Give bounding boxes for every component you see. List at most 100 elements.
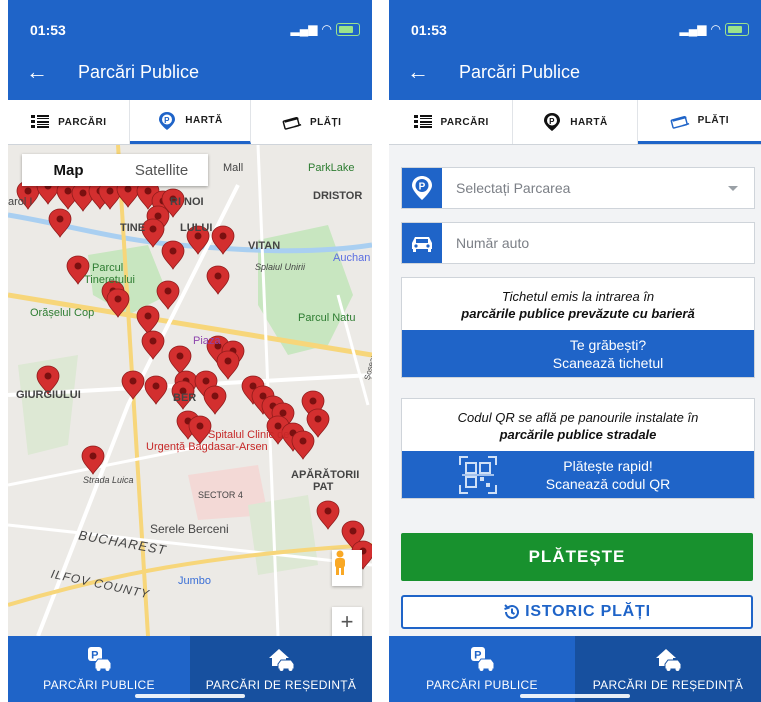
map-label: Splaiul Unirii bbox=[255, 262, 306, 272]
map-label: Strada Luica bbox=[83, 475, 134, 485]
tab-plati[interactable]: PLĂȚI bbox=[637, 100, 761, 144]
scan-ticket-button[interactable]: Te grăbești? Scanează tichetul bbox=[402, 330, 754, 377]
app-header: 01:53 ▂▄▆ ◠ ← Parcări Publice bbox=[8, 0, 372, 100]
ticket-card-description: Tichetul emis la intrarea în parcările p… bbox=[402, 278, 754, 330]
status-time: 01:53 bbox=[30, 22, 66, 38]
map-label: Orășelul Cop bbox=[30, 307, 95, 319]
tab-harta-label: HARTĂ bbox=[570, 116, 608, 128]
qr-card-text: Codul QR se află pe panourile instalate … bbox=[457, 410, 699, 425]
ticket-card-bold: parcările publice prevăzute cu barieră bbox=[461, 306, 695, 321]
tab-plati-label: PLĂȚI bbox=[697, 115, 730, 126]
qr-code-icon bbox=[459, 456, 497, 494]
svg-text:P: P bbox=[549, 117, 555, 126]
payment-history-label: ISTORIC PLĂȚI bbox=[525, 603, 651, 620]
list-icon bbox=[413, 112, 433, 132]
tab-plati[interactable]: PLĂȚI bbox=[251, 100, 372, 144]
map-label: Piaza bbox=[193, 335, 221, 347]
card-payment-icon bbox=[670, 111, 690, 131]
car-icon bbox=[402, 223, 442, 263]
map-label: arol I bbox=[8, 196, 33, 208]
tab-parcari[interactable]: PARCĂRI bbox=[389, 100, 514, 144]
ticket-card-text: Tichetul emis la intrarea în bbox=[501, 289, 655, 304]
nav-parcari-publice[interactable]: P PARCĂRI PUBLICE bbox=[389, 636, 575, 702]
map-label: APĂRĂTORII bbox=[291, 469, 360, 481]
pay-button[interactable]: PLĂTEȘTE bbox=[401, 533, 753, 581]
list-icon bbox=[30, 112, 50, 132]
parking-pin-icon: P bbox=[402, 168, 442, 208]
map-label: ParkLake bbox=[308, 162, 355, 174]
back-arrow-icon[interactable]: ← bbox=[26, 60, 48, 84]
street-view-pegman[interactable] bbox=[332, 550, 362, 586]
history-icon bbox=[504, 604, 520, 619]
tab-bar: PARCĂRI P HARTĂ PLĂȚI bbox=[389, 100, 761, 145]
payment-form: P Selectați Parcarea Număr auto Tichetul… bbox=[389, 145, 761, 636]
signal-icon: ▂▄▆ bbox=[290, 22, 318, 36]
bottom-nav: P PARCĂRI PUBLICE PARCĂRI DE REȘEDINȚĂ bbox=[389, 636, 761, 702]
home-indicator bbox=[135, 694, 245, 698]
tab-parcari[interactable]: PARCĂRI bbox=[8, 100, 130, 144]
chevron-down-icon bbox=[728, 185, 738, 191]
map-label: Tineretului bbox=[84, 274, 135, 286]
pegman-icon bbox=[335, 550, 345, 575]
phone-screen-payments: 01:53 ▂▄▆ ◠ ← Parcări Publice PARCĂRI P … bbox=[389, 0, 761, 702]
map-label: Parcul Natu bbox=[298, 312, 356, 324]
zoom-in-button[interactable]: + bbox=[332, 607, 362, 636]
house-car-icon bbox=[656, 649, 682, 671]
plate-number-field[interactable]: Număr auto bbox=[401, 222, 755, 264]
scan-ticket-line1: Te grăbești? bbox=[569, 336, 647, 353]
map-label: Jumbo bbox=[178, 575, 212, 587]
parking-pin-icon: P bbox=[157, 111, 177, 131]
map-label: TINE bbox=[120, 222, 146, 234]
select-parking-placeholder: Selectați Parcarea bbox=[456, 180, 571, 196]
map-label: Mall bbox=[223, 162, 244, 174]
wifi-icon: ◠ bbox=[710, 22, 721, 36]
status-time: 01:53 bbox=[411, 22, 447, 38]
select-parking-dropdown[interactable]: P Selectați Parcarea bbox=[401, 167, 755, 209]
map-type-toggle: Map Satellite bbox=[22, 154, 208, 186]
tab-parcari-label: PARCĂRI bbox=[440, 116, 489, 128]
back-arrow-icon[interactable]: ← bbox=[407, 60, 429, 84]
map-type-map-button[interactable]: Map bbox=[22, 154, 115, 186]
tab-harta[interactable]: P HARTĂ bbox=[513, 100, 638, 144]
battery-charging-icon bbox=[336, 22, 360, 36]
map-label: Urgență Bagdasar-Arsen bbox=[146, 441, 268, 453]
scan-ticket-line2: Scanează tichetul bbox=[552, 354, 664, 371]
plate-number-placeholder: Număr auto bbox=[456, 235, 530, 251]
scan-qr-labels: Plătește rapid! Scanează codul QR bbox=[486, 457, 671, 493]
svg-text:P: P bbox=[419, 182, 426, 193]
parking-map[interactable]: Map Satellite Mall ParkLake DRISTOR arol… bbox=[8, 145, 372, 636]
nav-parcari-resedinta[interactable]: PARCĂRI DE REȘEDINȚĂ bbox=[190, 636, 372, 702]
wifi-icon: ◠ bbox=[321, 22, 332, 36]
scan-qr-line1: Plătește rapid! bbox=[563, 457, 653, 474]
map-label: LULUI bbox=[180, 222, 213, 234]
parking-pin-icon: P bbox=[542, 112, 562, 132]
home-indicator bbox=[520, 694, 630, 698]
tab-plati-label: PLĂȚI bbox=[309, 116, 342, 128]
status-icons: ▂▄▆ ◠ bbox=[680, 22, 749, 36]
page-title: Parcări Publice bbox=[459, 62, 581, 82]
scan-qr-button[interactable]: Plătește rapid! Scanează codul QR bbox=[402, 451, 754, 498]
app-header: 01:53 ▂▄▆ ◠ ← Parcări Publice bbox=[389, 0, 761, 100]
map-label: SECTOR 4 bbox=[198, 490, 243, 500]
map-label: DRISTOR bbox=[313, 190, 363, 202]
parking-car-icon: P bbox=[471, 647, 495, 671]
map-type-satellite-button[interactable]: Satellite bbox=[115, 154, 208, 186]
payment-history-button[interactable]: ISTORIC PLĂȚI bbox=[401, 595, 753, 629]
nav-parcari-resedinta-label: PARCĂRI DE REȘEDINȚĂ bbox=[592, 678, 744, 692]
svg-text:P: P bbox=[164, 116, 170, 125]
park-berceni bbox=[248, 495, 318, 575]
qr-scan-card: Codul QR se află pe panourile instalate … bbox=[401, 398, 755, 499]
tab-parcari-label: PARCĂRI bbox=[58, 116, 107, 128]
card-payment-icon bbox=[282, 112, 302, 132]
tab-harta[interactable]: P HARTĂ bbox=[129, 100, 252, 144]
tab-harta-label: HARTĂ bbox=[185, 115, 223, 126]
house-car-icon bbox=[269, 649, 295, 671]
nav-parcari-publice[interactable]: P PARCĂRI PUBLICE bbox=[8, 636, 190, 702]
nav-parcari-resedinta[interactable]: PARCĂRI DE REȘEDINȚĂ bbox=[575, 636, 761, 702]
scan-qr-line2: Scanează codul QR bbox=[545, 475, 671, 492]
parking-car-icon: P bbox=[88, 647, 112, 671]
phone-screen-map: 01:53 ▂▄▆ ◠ ← Parcări Publice PARCĂRI P … bbox=[8, 0, 372, 702]
map-label: Auchan bbox=[333, 252, 371, 264]
map-label: BER bbox=[173, 392, 197, 404]
status-icons: ▂▄▆ ◠ bbox=[291, 22, 360, 36]
